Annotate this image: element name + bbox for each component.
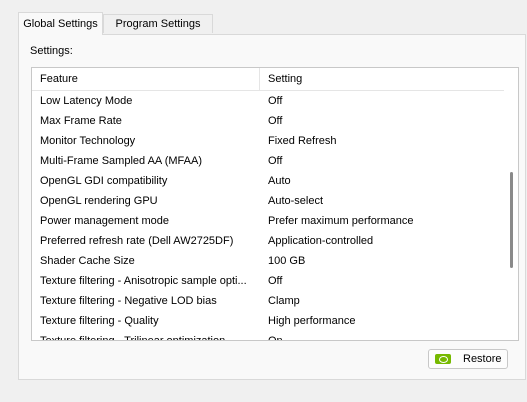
setting-cell[interactable]: 100 GB xyxy=(268,251,498,271)
vertical-scrollbar[interactable] xyxy=(504,68,518,340)
feature-cell: Texture filtering - Anisotropic sample o… xyxy=(40,275,247,287)
settings-list[interactable]: Feature Setting Low Latency Mode Off Max F… xyxy=(31,67,519,341)
setting-cell[interactable]: Off xyxy=(268,91,498,111)
setting-cell[interactable]: Off xyxy=(268,271,498,291)
settings-label: Settings: xyxy=(30,45,73,57)
feature-cell: Multi-Frame Sampled AA (MFAA) xyxy=(40,155,202,167)
table-row[interactable]: Monitor Technology Fixed Refresh xyxy=(32,131,504,151)
feature-cell: OpenGL rendering GPU xyxy=(40,195,158,207)
table-row[interactable]: Texture filtering - Quality High performa… xyxy=(32,311,504,331)
table-row[interactable]: Preferred refresh rate (Dell AW2725DF) Ap… xyxy=(32,231,504,251)
table-row[interactable]: Texture filtering - Anisotropic sample o… xyxy=(32,271,504,291)
setting-cell[interactable]: High performance xyxy=(268,311,498,331)
setting-cell[interactable]: Off xyxy=(268,111,498,131)
tab-program-settings[interactable]: Program Settings xyxy=(103,14,213,33)
column-header-feature[interactable]: Feature xyxy=(32,68,260,90)
setting-cell[interactable]: Prefer maximum performance xyxy=(268,211,498,231)
feature-cell: Max Frame Rate xyxy=(40,115,122,127)
list-rows: Low Latency Mode Off Max Frame Rate Off Moni… xyxy=(32,91,504,341)
table-row[interactable]: Power management mode Prefer maximum perf… xyxy=(32,211,504,231)
table-row[interactable]: Texture filtering - Trilinear optimizati… xyxy=(32,331,504,341)
setting-cell[interactable]: Fixed Refresh xyxy=(268,131,498,151)
feature-cell: Preferred refresh rate (Dell AW2725DF) xyxy=(40,235,234,247)
restore-label: Restore xyxy=(463,353,502,365)
table-row[interactable]: Low Latency Mode Off xyxy=(32,91,504,111)
nvidia-logo-icon xyxy=(435,354,451,364)
setting-cell[interactable]: On xyxy=(268,331,498,340)
feature-cell: Low Latency Mode xyxy=(40,95,133,107)
feature-cell: Texture filtering - Trilinear optimizati… xyxy=(40,335,226,341)
setting-cell[interactable]: Auto-select xyxy=(268,191,498,211)
setting-cell[interactable]: Auto xyxy=(268,171,498,191)
setting-cell[interactable]: Off xyxy=(268,151,498,171)
table-row[interactable]: OpenGL GDI compatibility Auto xyxy=(32,171,504,191)
tab-global-settings[interactable]: Global Settings xyxy=(18,12,103,35)
table-row[interactable]: Shader Cache Size 100 GB xyxy=(32,251,504,271)
table-row[interactable]: OpenGL rendering GPU Auto-select xyxy=(32,191,504,211)
setting-cell[interactable]: Application-controlled xyxy=(268,231,498,251)
table-row[interactable]: Texture filtering - Negative LOD bias Cla… xyxy=(32,291,504,311)
feature-cell: OpenGL GDI compatibility xyxy=(40,175,168,187)
feature-cell: Texture filtering - Quality xyxy=(40,315,159,327)
column-header-setting[interactable]: Setting xyxy=(260,68,504,90)
feature-cell: Monitor Technology xyxy=(40,135,136,147)
table-row[interactable]: Multi-Frame Sampled AA (MFAA) Off xyxy=(32,151,504,171)
setting-cell[interactable]: Clamp xyxy=(268,291,498,311)
scrollbar-thumb[interactable] xyxy=(510,172,513,268)
restore-button[interactable]: Restore xyxy=(428,349,508,369)
global-settings-panel: Settings: Feature Setting Low Latency Mo… xyxy=(18,34,526,380)
feature-cell: Texture filtering - Negative LOD bias xyxy=(40,295,217,307)
list-header: Feature Setting xyxy=(32,68,504,91)
feature-cell: Shader Cache Size xyxy=(40,255,135,267)
feature-cell: Power management mode xyxy=(40,215,170,227)
table-row[interactable]: Max Frame Rate Off xyxy=(32,111,504,131)
